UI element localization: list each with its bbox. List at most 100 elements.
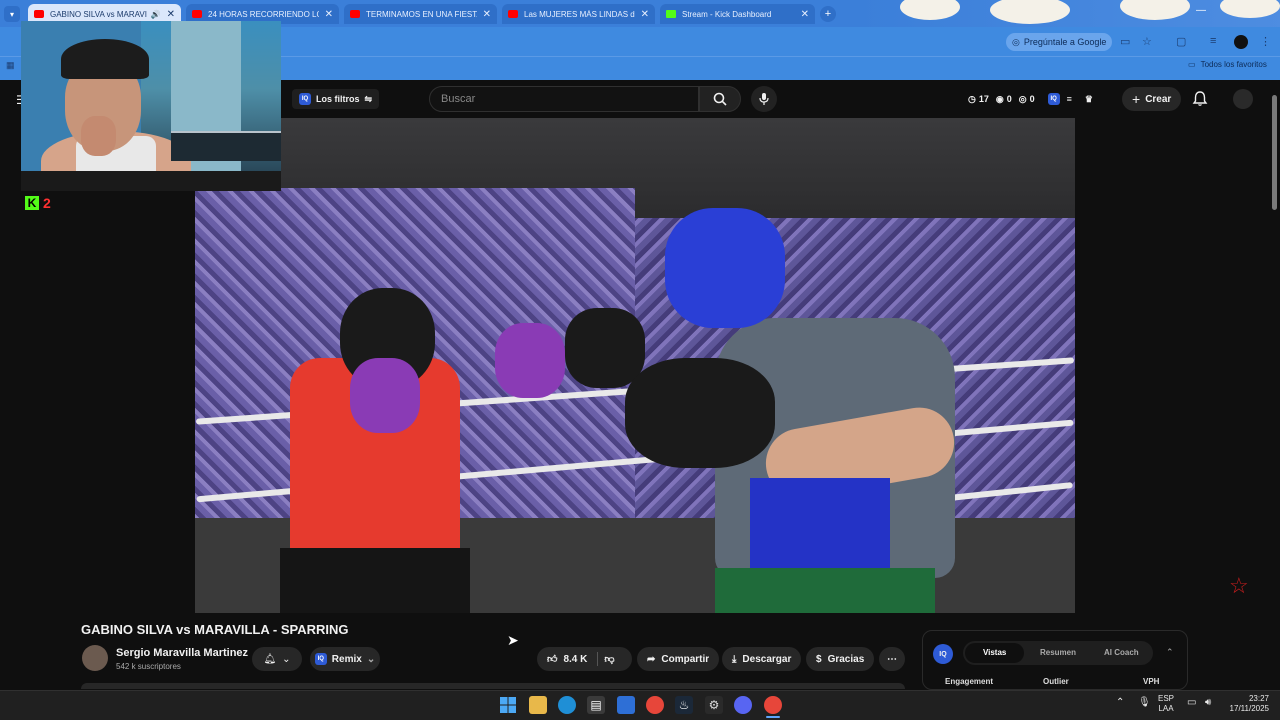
- stat-value: 0: [1006, 94, 1012, 104]
- search-input[interactable]: [441, 93, 681, 105]
- network-icon[interactable]: ▭: [1187, 698, 1196, 708]
- clock[interactable]: 23:27 17/11/2025: [1225, 694, 1269, 714]
- thumbs-down-icon[interactable]: 👎︎: [604, 653, 614, 665]
- mail-icon[interactable]: [617, 696, 635, 714]
- bookmark-star-icon[interactable]: ☆: [1142, 35, 1152, 48]
- iq-icon[interactable]: IQ: [1047, 93, 1060, 105]
- chrome-icon[interactable]: [646, 696, 664, 714]
- tab-kick[interactable]: Stream - Kick Dashboard ✕: [660, 4, 815, 24]
- kick-icon: [666, 10, 676, 18]
- kick-viewer-overlay: K 2: [25, 195, 51, 211]
- channel-avatar[interactable]: [82, 645, 108, 671]
- fighter-shorts: [280, 548, 470, 613]
- tab-title: 24 HORAS RECORRIENDO LOS: [208, 9, 319, 19]
- subscriber-count: 542 k suscriptores: [116, 662, 181, 671]
- description-box[interactable]: [81, 683, 905, 689]
- voice-search-button[interactable]: [751, 86, 777, 112]
- clock-time: 23:27: [1248, 694, 1269, 703]
- iq-icon: IQ: [314, 653, 327, 665]
- list-icon[interactable]: ≡: [1067, 94, 1072, 104]
- download-button[interactable]: ⤓ Descargar: [722, 647, 802, 671]
- volume-icon[interactable]: 🔊︎: [1205, 698, 1211, 708]
- video-player[interactable]: [195, 118, 1075, 613]
- language-code: ESP: [1158, 694, 1175, 703]
- ask-google-button[interactable]: ◎ Pregúntale a Google: [1006, 33, 1113, 51]
- create-button[interactable]: + Crear: [1122, 87, 1182, 111]
- mouse-cursor-icon: ➤: [507, 632, 519, 648]
- minimize-icon[interactable]: —: [1196, 5, 1206, 16]
- steam-icon[interactable]: ♨: [675, 696, 693, 714]
- video-title: GABINO SILVA vs MARAVILLA - SPARRING: [81, 622, 349, 637]
- share-button[interactable]: ➦ Compartir: [637, 647, 720, 671]
- thanks-label: Gracias: [827, 653, 865, 665]
- tab-ai-coach[interactable]: AI Coach: [1092, 643, 1151, 663]
- iq-logo-icon: IQ: [933, 644, 953, 664]
- tab-search-icon[interactable]: ▾: [4, 6, 20, 22]
- fighter-glove: [495, 323, 565, 398]
- fighter-glove: [625, 358, 775, 468]
- tab-youtube-3[interactable]: TERMINAMOS EN UNA FIESTA ✕: [344, 4, 497, 24]
- all-bookmarks-folder[interactable]: ▭ Todos los favoritos: [1188, 60, 1267, 69]
- windows-taskbar: [0, 690, 1280, 720]
- extension-stats: ◷ 17 ◉ 0 ◎ 0 IQ ≡ ♛: [968, 93, 1093, 105]
- profile-avatar[interactable]: [1234, 35, 1248, 49]
- chevron-down-icon: ⌄: [366, 653, 376, 665]
- menu-dots-icon[interactable]: ⋮: [1260, 35, 1271, 48]
- column-vph: VPH: [1143, 677, 1160, 686]
- new-tab-icon[interactable]: +: [820, 6, 836, 22]
- notifications-button[interactable]: [1192, 90, 1208, 112]
- tab-title: Stream - Kick Dashboard: [682, 9, 772, 19]
- trophy-icon[interactable]: ♛: [1085, 94, 1093, 105]
- file-explorer-icon[interactable]: [529, 696, 547, 714]
- chrome-active-icon[interactable]: [764, 696, 782, 714]
- video-frame-fighter-red: [280, 278, 565, 613]
- close-icon[interactable]: ✕: [319, 9, 333, 20]
- apps-icon[interactable]: ▦: [6, 60, 15, 71]
- sliders-icon: ⇋: [364, 93, 373, 104]
- fighter-glove: [565, 308, 645, 388]
- close-icon[interactable]: ✕: [477, 9, 491, 20]
- edge-browser-icon[interactable]: [558, 696, 576, 714]
- search-button[interactable]: [699, 86, 741, 112]
- thumbs-up-icon[interactable]: 👍︎: [547, 653, 557, 665]
- star-icon[interactable]: ☆: [1229, 573, 1249, 599]
- chevron-up-icon[interactable]: ⌃: [1116, 698, 1124, 708]
- media-icon[interactable]: ≡: [1210, 35, 1216, 47]
- tab-youtube-4[interactable]: Las MUJERES MÁS LINDAS de ✕: [502, 4, 655, 24]
- folder-label: Todos los favoritos: [1200, 60, 1267, 69]
- scrollbar-thumb[interactable]: [1272, 95, 1277, 210]
- theme-clouds: [860, 0, 1280, 27]
- google-lens-icon: ◎: [1012, 36, 1020, 47]
- kick-logo-icon: K: [25, 196, 39, 210]
- ask-google-label: Pregúntale a Google: [1023, 37, 1107, 47]
- windows-start-icon[interactable]: [499, 696, 517, 714]
- like-count[interactable]: 8.4 K: [563, 654, 587, 665]
- store-icon[interactable]: ▤: [587, 696, 605, 714]
- webcam-equipment: [171, 131, 281, 161]
- close-icon[interactable]: ✕: [635, 9, 649, 20]
- language-indicator[interactable]: ESP LAA: [1158, 694, 1174, 714]
- tab-resumen[interactable]: Resumen: [1028, 643, 1087, 663]
- extensions-icon[interactable]: ▢: [1176, 35, 1186, 48]
- microphone-icon[interactable]: 🎙︎: [1138, 698, 1151, 708]
- more-horizontal-icon: ⋯: [887, 653, 897, 665]
- tab-vistas[interactable]: Vistas: [965, 643, 1025, 663]
- channel-name[interactable]: Sergio Maravilla Martinez: [116, 647, 248, 659]
- iq-icon: IQ: [299, 93, 311, 105]
- cast-icon[interactable]: ▭: [1120, 35, 1130, 48]
- filters-button[interactable]: IQ Los filtros ⇋: [292, 89, 380, 109]
- app-icon[interactable]: ⚙: [705, 696, 723, 714]
- discord-icon[interactable]: [734, 696, 752, 714]
- speaker-icon[interactable]: 🔊: [151, 10, 161, 19]
- remix-button[interactable]: IQ Remix ⌄: [310, 647, 380, 671]
- fighter-shorts: [715, 568, 935, 613]
- thanks-button[interactable]: $ Gracias: [806, 647, 875, 671]
- account-avatar[interactable]: [1233, 89, 1253, 109]
- close-icon[interactable]: ✕: [795, 9, 809, 20]
- subscription-bell-button[interactable]: 🔔︎ ⌄: [252, 647, 302, 671]
- youtube-icon: [350, 10, 360, 18]
- close-icon[interactable]: ✕: [161, 9, 175, 20]
- more-actions-button[interactable]: ⋯: [879, 647, 905, 671]
- chevron-up-icon[interactable]: ⌃: [1166, 647, 1174, 658]
- search-box[interactable]: [429, 86, 699, 112]
